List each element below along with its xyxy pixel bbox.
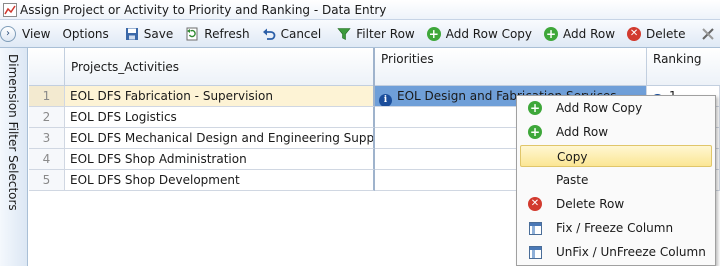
project-cell[interactable]: EOL DFS Shop Development bbox=[65, 170, 375, 191]
add-row-button[interactable]: + Add Row bbox=[538, 20, 621, 48]
column-header-projects[interactable]: Projects_Activities bbox=[65, 48, 375, 86]
menu-item-add-row-copy[interactable]: + Add Row Copy bbox=[520, 97, 712, 119]
filter-row-button[interactable]: Filter Row bbox=[331, 20, 421, 48]
save-button[interactable]: Save bbox=[119, 20, 179, 48]
column-header-priorities[interactable]: Priorities bbox=[375, 48, 647, 86]
view-menu[interactable]: View bbox=[16, 20, 56, 48]
window-title: Assign Project or Activity to Priority a… bbox=[20, 2, 387, 17]
row-number: 3 bbox=[29, 128, 65, 149]
app-chart-icon bbox=[3, 2, 17, 17]
project-cell[interactable]: EOL DFS Fabrication - Supervision bbox=[65, 86, 375, 107]
add-icon: + bbox=[528, 101, 542, 115]
row-number: 4 bbox=[29, 149, 65, 170]
menu-item-add-row[interactable]: + Add Row bbox=[520, 121, 712, 143]
context-menu: + Add Row Copy + Add Row Copy Paste ✕ De… bbox=[516, 95, 716, 266]
chevron-right-icon: › bbox=[0, 25, 16, 42]
menu-item-copy[interactable]: Copy bbox=[520, 145, 712, 167]
add-row-copy-button[interactable]: + Add Row Copy bbox=[421, 20, 538, 48]
filter-icon bbox=[337, 27, 351, 41]
options-menu[interactable]: Options bbox=[56, 20, 114, 48]
undo-icon bbox=[262, 27, 276, 41]
tools-button[interactable] bbox=[695, 20, 720, 48]
row-number: 1 bbox=[29, 86, 65, 107]
row-number: 2 bbox=[29, 107, 65, 128]
title-bar: Assign Project or Activity to Priority a… bbox=[0, 0, 720, 20]
column-header-ranking[interactable]: Ranking bbox=[647, 48, 720, 86]
column-icon bbox=[528, 221, 542, 235]
row-number-header bbox=[29, 48, 65, 86]
menu-item-fix-freeze-column[interactable]: Fix / Freeze Column bbox=[520, 217, 712, 239]
toolbar: › View Options Save Refresh Cancel Filte… bbox=[0, 20, 720, 48]
column-icon bbox=[528, 245, 542, 259]
menu-item-unfix-unfreeze-column[interactable]: UnFix / UnFreeze Column bbox=[520, 241, 712, 263]
dimension-filter-label: Dimension Filter Selectors bbox=[6, 54, 20, 211]
expand-panel-button[interactable]: › bbox=[0, 20, 16, 48]
project-cell[interactable]: EOL DFS Mechanical Design and Engineerin… bbox=[65, 128, 375, 149]
save-icon bbox=[125, 27, 139, 41]
refresh-icon bbox=[185, 27, 199, 41]
grid-header: Projects_Activities Priorities Ranking bbox=[29, 48, 720, 86]
add-icon: + bbox=[426, 26, 441, 41]
project-cell[interactable]: EOL DFS Logistics bbox=[65, 107, 375, 128]
tools-icon bbox=[701, 27, 715, 41]
refresh-button[interactable]: Refresh bbox=[179, 20, 255, 48]
info-icon: i bbox=[379, 93, 392, 106]
row-number: 5 bbox=[29, 170, 65, 191]
menu-item-delete-row[interactable]: ✕ Delete Row bbox=[520, 193, 712, 215]
add-icon: + bbox=[544, 26, 559, 41]
project-cell[interactable]: EOL DFS Shop Administration bbox=[65, 149, 375, 170]
dimension-filter-panel[interactable]: Dimension Filter Selectors bbox=[0, 48, 28, 266]
delete-icon: ✕ bbox=[627, 26, 642, 41]
delete-icon: ✕ bbox=[528, 197, 542, 211]
menu-item-paste[interactable]: Paste bbox=[520, 169, 712, 191]
delete-button[interactable]: ✕ Delete bbox=[621, 20, 691, 48]
add-icon: + bbox=[528, 125, 542, 139]
cancel-button[interactable]: Cancel bbox=[256, 20, 328, 48]
